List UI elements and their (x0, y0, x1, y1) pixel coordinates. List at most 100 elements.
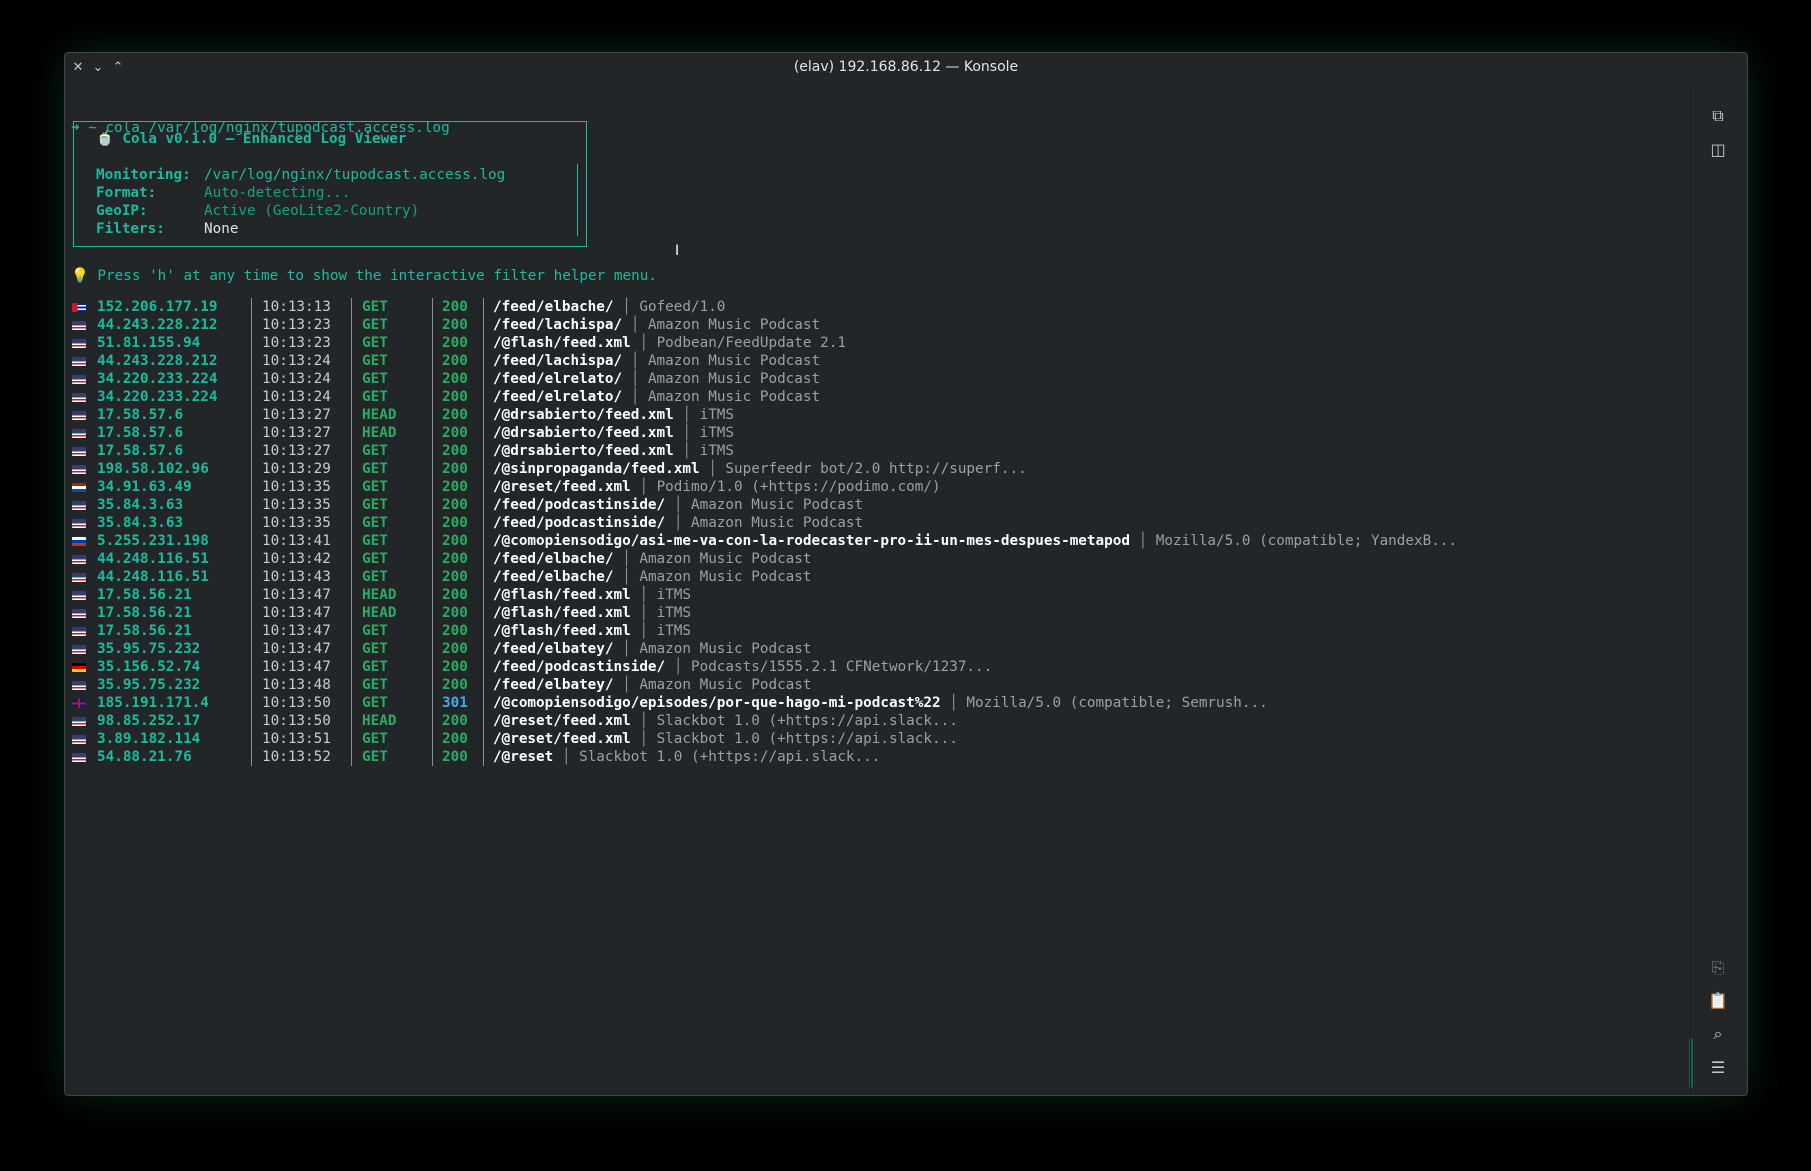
country-flag-icon (72, 483, 86, 492)
ip-address: 17.58.57.6 (97, 407, 184, 423)
ip-address: 5.255.231.198 (97, 533, 209, 549)
user-agent: Slackbot 1.0 (+https://api.slack... (656, 713, 958, 729)
column-separator (432, 388, 433, 406)
ip-address: 44.243.228.212 (97, 317, 218, 333)
status-code: 200 (442, 551, 468, 567)
column-separator (251, 298, 252, 316)
new-tab-icon[interactable]: ⧉ (1707, 105, 1729, 127)
column-separator (483, 604, 484, 622)
request-path: /@comopiensodigo/asi-me-va-con-la-rodeca… (493, 533, 1130, 549)
country-flag-icon (72, 321, 86, 330)
split-view-icon[interactable]: ◫ (1707, 139, 1729, 161)
timestamp: 10:13:47 (262, 659, 331, 675)
country-flag-icon (72, 735, 86, 744)
request-info: /@sinpropaganda/feed.xml │ Superfeedr bo… (493, 460, 1027, 478)
column-separator (432, 370, 433, 388)
column-separator (432, 334, 433, 352)
column-separator (483, 658, 484, 676)
request-info: /feed/podcastinside/ │ Podcasts/1555.2.1… (493, 658, 992, 676)
terminal-area[interactable]: ➜ ~ cola /var/log/nginx/tupodcast.access… (71, 83, 1671, 1083)
http-method: HEAD (362, 587, 397, 603)
http-method: GET (362, 533, 388, 549)
country-flag-icon (72, 447, 86, 456)
timestamp: 10:13:41 (262, 533, 331, 549)
column-separator (251, 748, 252, 766)
request-info: /feed/elbache/ │ Amazon Music Podcast (493, 550, 812, 568)
http-method: GET (362, 443, 388, 459)
column-separator (351, 478, 352, 496)
http-method: GET (362, 299, 388, 315)
column-separator: │ (630, 731, 657, 747)
country-flag-icon (72, 753, 86, 762)
help-hint: 💡 Press 'h' at any time to show the inte… (71, 267, 657, 285)
timestamp: 10:13:47 (262, 587, 331, 603)
column-separator (432, 532, 433, 550)
column-separator (351, 550, 352, 568)
request-path: /feed/podcastinside/ (493, 659, 666, 675)
column-separator (351, 370, 352, 388)
column-separator (251, 514, 252, 532)
column-separator: │ (673, 443, 700, 459)
request-info: /@flash/feed.xml │ iTMS (493, 622, 691, 640)
column-separator (351, 658, 352, 676)
column-separator (251, 406, 252, 424)
user-agent: iTMS (699, 407, 735, 423)
column-separator (351, 424, 352, 442)
request-info: /@drsabierto/feed.xml │ iTMS (493, 406, 734, 424)
timestamp: 10:13:48 (262, 677, 331, 693)
column-separator (351, 694, 352, 712)
column-separator (432, 568, 433, 586)
column-separator (351, 532, 352, 550)
timestamp: 10:13:47 (262, 605, 331, 621)
timestamp: 10:13:35 (262, 497, 331, 513)
ip-address: 54.88.21.76 (97, 749, 192, 765)
request-info: /@drsabierto/feed.xml │ iTMS (493, 424, 734, 442)
status-code: 200 (442, 587, 468, 603)
request-path: /@flash/feed.xml (493, 623, 631, 639)
column-separator (251, 442, 252, 460)
format-value: Auto-detecting... (204, 185, 351, 201)
ip-address: 17.58.56.21 (97, 587, 192, 603)
column-separator (432, 604, 433, 622)
column-separator (251, 658, 252, 676)
request-path: /feed/lachispa/ (493, 317, 623, 333)
column-separator (432, 298, 433, 316)
country-flag-icon (72, 537, 86, 546)
request-path: /@reset/feed.xml (493, 479, 631, 495)
status-code: 200 (442, 533, 468, 549)
request-info: /@reset/feed.xml │ Slackbot 1.0 (+https:… (493, 730, 958, 748)
http-method: GET (362, 335, 388, 351)
column-separator (432, 316, 433, 334)
column-separator (483, 550, 484, 568)
country-flag-icon (72, 681, 86, 690)
ip-address: 152.206.177.19 (97, 299, 218, 315)
copy-icon[interactable]: ⎘ (1707, 957, 1729, 979)
column-separator: │ (665, 497, 691, 513)
column-separator (483, 676, 484, 694)
country-flag-icon (72, 645, 86, 654)
column-separator (483, 568, 484, 586)
column-separator (483, 730, 484, 748)
column-separator (251, 460, 252, 478)
column-separator (483, 586, 484, 604)
user-agent: Amazon Music Podcast (690, 497, 864, 513)
column-separator (251, 352, 252, 370)
column-separator (351, 640, 352, 658)
request-info: /feed/lachispa/ │ Amazon Music Podcast (493, 316, 820, 334)
country-flag-icon (72, 591, 86, 600)
http-method: GET (362, 659, 388, 675)
status-code: 200 (442, 353, 468, 369)
column-separator: │ (622, 353, 648, 369)
column-separator (351, 442, 352, 460)
timestamp: 10:13:13 (262, 299, 331, 315)
menu-icon[interactable]: ☰ (1707, 1057, 1729, 1079)
paste-icon[interactable]: 📋 (1707, 990, 1729, 1012)
country-flag-icon (72, 717, 86, 726)
konsole-sidebar: ⧉ ◫ ⎘ 📋 ⌕ ☰ (1690, 83, 1747, 1095)
request-path: /@drsabierto/feed.xml (493, 443, 674, 459)
ip-address: 44.248.116.51 (97, 551, 209, 567)
ip-address: 34.220.233.224 (97, 389, 218, 405)
search-icon[interactable]: ⌕ (1707, 1023, 1729, 1045)
column-separator (483, 352, 484, 370)
country-flag-icon (72, 393, 86, 402)
